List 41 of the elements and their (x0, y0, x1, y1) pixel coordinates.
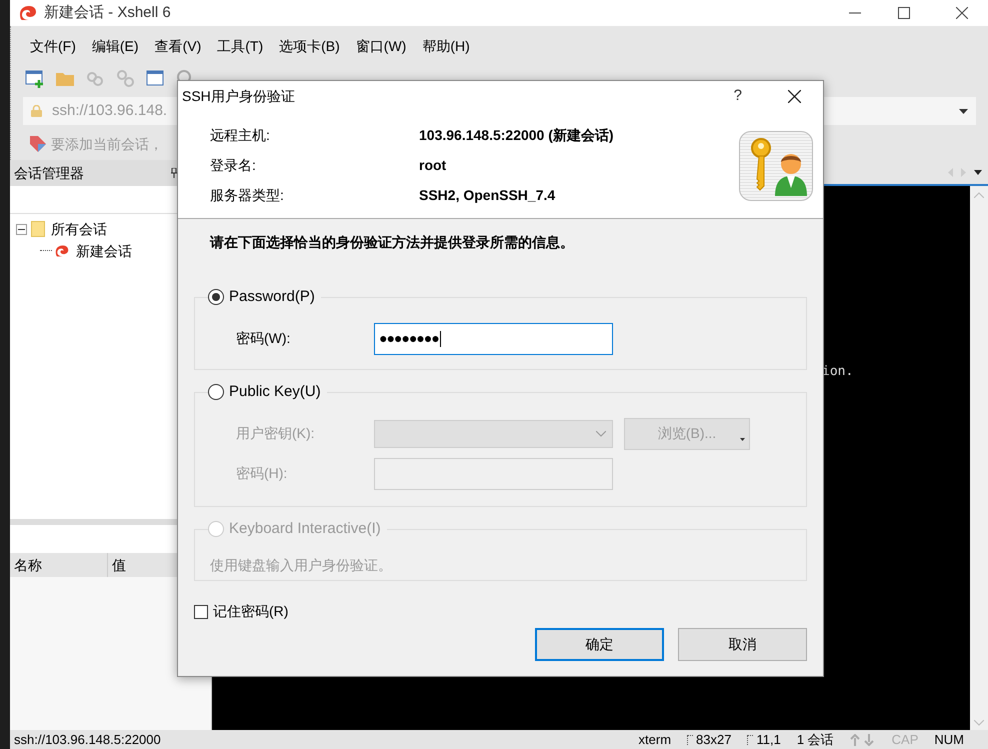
window-title: 新建会话 - Xshell 6 (44, 2, 171, 23)
column-header: 值 (111, 556, 127, 574)
panel-title: 会话管理器 (14, 164, 84, 182)
field-label: 密码(W): (235, 329, 292, 348)
field-label: 密码(H): (235, 464, 288, 483)
radio-label: Keyboard Interactive(I) (229, 519, 381, 539)
instruction-text: 请在下面选择恰当的身份验证方法并提供登录所需的信息。 (210, 233, 575, 252)
remember-label[interactable]: 记住密码(R) (213, 601, 288, 622)
tree-item[interactable]: 新建会话 (76, 240, 132, 262)
menu-item[interactable]: 窗口(W) (348, 36, 414, 56)
dialog-button[interactable]: 取消 (678, 628, 807, 661)
field-value: 103.96.148.5:22000 (新建会话) (419, 126, 614, 145)
help-button[interactable]: ? (734, 84, 742, 108)
tree-item[interactable]: 所有会话 (51, 218, 107, 240)
status-text: 83x27 (696, 730, 732, 749)
status-text: CAP (892, 730, 918, 749)
status-text: 11,1 (756, 730, 781, 749)
status-text: NUM (934, 730, 964, 749)
dialog-button[interactable]: 确定 (535, 628, 664, 661)
menu-item[interactable]: 查看(V) (148, 36, 208, 56)
dialog-title: SSH用户身份验证 (182, 86, 295, 106)
radio-label[interactable]: Password(P) (229, 286, 315, 308)
hint-text: 要添加当前会话， (51, 134, 163, 154)
description-text: 使用键盘输入用户身份验证。 (209, 556, 393, 574)
field-value: SSH2, OpenSSH_7.4 (419, 186, 556, 205)
field-label: 登录名: (210, 156, 257, 174)
field-label: 远程主机: (210, 126, 271, 144)
field-label: 用户密钥(K): (235, 424, 316, 443)
terminal-text: ion. (822, 363, 854, 381)
field-value: root (419, 156, 446, 174)
menu-item[interactable]: 选项卡(B) (272, 36, 347, 56)
menu-item[interactable]: 编辑(E) (84, 36, 146, 56)
field-label: 服务器类型: (210, 186, 285, 204)
menu-item[interactable]: 帮助(H) (415, 36, 477, 56)
status-text: 1 会话 (796, 730, 834, 749)
radio-label[interactable]: Public Key(U) (229, 381, 321, 404)
menu-item[interactable]: 工具(T) (210, 36, 270, 56)
status-text: xterm (638, 730, 672, 749)
menu-item[interactable]: 文件(F) (23, 36, 83, 56)
password-field[interactable]: ●●●●●●●● (374, 322, 613, 354)
status-text: ssh://103.96.148.5:22000 (14, 730, 161, 749)
